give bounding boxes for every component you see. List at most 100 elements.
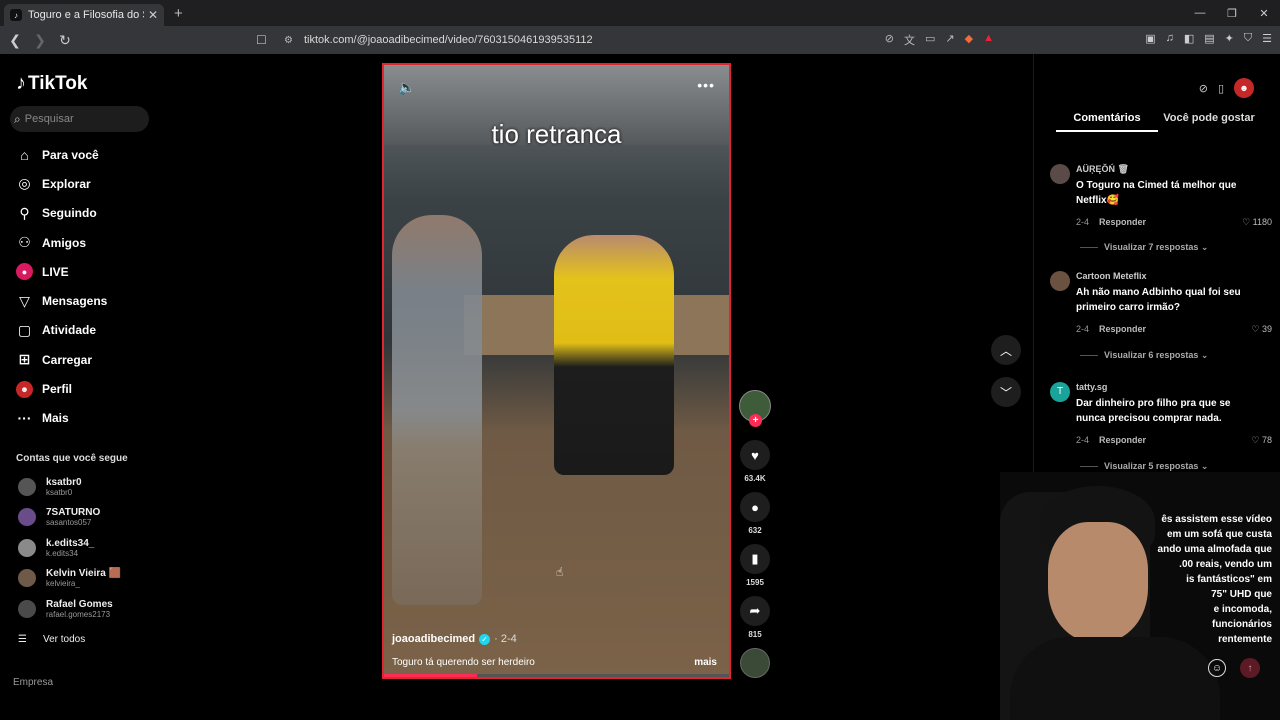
emoji-icon[interactable]: ☺ [1208, 659, 1226, 677]
comment-action[interactable]: ● 632 [735, 492, 775, 535]
device-icon[interactable]: ▯ [1218, 82, 1224, 95]
avatar [18, 508, 36, 526]
search-input[interactable]: Pesquisar [25, 113, 74, 125]
search-box[interactable]: ⌕ Pesquisar [10, 106, 149, 132]
video-author[interactable]: joaoadibecimed ✓ · 2-4 [392, 633, 517, 645]
view-replies-button[interactable]: Visualizar 7 respostas ⌄ [1080, 242, 1208, 253]
app-root: ♪ Toguro e a Filosofia do Sucesso ✕ + — … [0, 0, 1280, 720]
chevron-up-icon: ︿ [999, 343, 1012, 358]
comment-user[interactable]: tatty.sg [1076, 382, 1107, 392]
new-tab-button[interactable]: + [174, 5, 183, 22]
view-replies-button[interactable]: Visualizar 6 respostas ⌄ [1080, 350, 1208, 361]
comment-date: 2-4 [1076, 324, 1090, 334]
video-player[interactable]: tio retranca 🔈 ••• ☝ joaoadibecimed ✓ · … [382, 63, 731, 679]
comment-like[interactable]: ♡ 39 [1251, 324, 1272, 335]
close-window-icon[interactable]: ✕ [1248, 0, 1280, 26]
previous-video-button[interactable]: ︿ [991, 335, 1021, 365]
browser-tab-bar: ♪ Toguro e a Filosofia do Sucesso ✕ + — … [0, 0, 1280, 26]
webcam-body [1010, 637, 1220, 720]
restore-icon[interactable]: ❐ [1216, 0, 1248, 26]
comment-user[interactable]: AÜŖĘŎŃ 🗑 [1076, 164, 1129, 175]
menu-item-atividade[interactable]: ▢ Atividade [16, 316, 162, 345]
menu-icon[interactable]: ☰ [1262, 32, 1272, 45]
shield-icon[interactable]: ◆ [965, 32, 973, 48]
share-icon[interactable]: ↗ [945, 32, 954, 48]
translate-icon[interactable]: 文 [904, 32, 915, 48]
menu-item-perfil[interactable]: ☻ Perfil [16, 374, 162, 403]
menu-item-amigos[interactable]: ⚇ Amigos [16, 228, 162, 257]
avatar[interactable] [1050, 164, 1070, 184]
more-description-button[interactable]: mais [694, 657, 717, 668]
avatar[interactable] [1050, 271, 1070, 291]
music-icon[interactable]: ♫ [1166, 32, 1174, 45]
comment-like[interactable]: ♡ 1180 [1242, 217, 1272, 228]
reader-icon[interactable]: ⊘ [885, 32, 894, 48]
coin-icon[interactable]: ⊘ [1199, 82, 1208, 95]
menu-label: Carregar [42, 352, 93, 367]
volume-icon[interactable]: 🔈 [398, 79, 415, 96]
user-avatar[interactable]: ☻ [1234, 78, 1254, 98]
wallet-icon[interactable]: ▤ [1204, 32, 1214, 45]
vpn-icon[interactable]: ⛉ [1244, 32, 1252, 45]
site-info-icon[interactable]: ⚙ [284, 35, 298, 46]
reply-button[interactable]: Responder [1099, 217, 1146, 228]
window-controls: — ❐ ✕ [1184, 0, 1280, 26]
account-item[interactable]: Kelvin Vieira 🟫 kelvieira_ [18, 565, 158, 591]
share-action[interactable]: ➦ 815 [735, 596, 775, 639]
account-item[interactable]: 7SATURNO sasantos057 [18, 504, 158, 530]
screenshot-icon[interactable]: ▣ [1145, 32, 1155, 45]
reload-icon[interactable]: ↻ [55, 32, 75, 49]
address-bar[interactable]: ☐ ⚙ tiktok.com/@joaoadibecimed/video/760… [256, 29, 1000, 51]
account-username: k.edits34 [46, 548, 79, 558]
menu-item-para-voce[interactable]: ⌂ Para você [16, 140, 162, 169]
bookmark-icon[interactable]: ☐ [256, 33, 270, 47]
forward-icon[interactable]: ❯ [30, 32, 50, 49]
browser-tab[interactable]: ♪ Toguro e a Filosofia do Sucesso ✕ [4, 4, 164, 26]
menu-item-explorar[interactable]: ◎ Explorar [16, 169, 162, 198]
next-video-button[interactable]: ﹀ [991, 377, 1021, 407]
minimize-icon[interactable]: — [1184, 0, 1216, 26]
menu-item-mensagens[interactable]: ▽ Mensagens [16, 286, 162, 315]
heart-icon[interactable]: ♥ [740, 440, 770, 470]
comment-icon[interactable]: ● [740, 492, 770, 522]
avatar[interactable]: T [1050, 382, 1070, 402]
author-name[interactable]: joaoadibecimed [392, 633, 475, 645]
video-more-icon[interactable]: ••• [697, 77, 715, 93]
comment-user[interactable]: Cartoon Meteflix [1076, 271, 1147, 281]
rewards-icon[interactable]: ▲ [983, 32, 994, 48]
tab-voce-pode-gostar[interactable]: Você pode gostar [1158, 112, 1260, 132]
menu-item-carregar[interactable]: ⊞ Carregar [16, 345, 162, 374]
footer-empresa[interactable]: Empresa [13, 677, 53, 688]
send-arrow-icon[interactable]: ↑ [1240, 658, 1260, 678]
ai-icon[interactable]: ✦ [1225, 32, 1234, 45]
tab-close-icon[interactable]: ✕ [148, 8, 158, 22]
menu-label: Perfil [42, 382, 73, 397]
tiktok-logo[interactable]: ♪ TikTok [16, 72, 87, 95]
bookmark-icon[interactable]: ▮ [740, 544, 770, 574]
reply-button[interactable]: Responder [1099, 324, 1146, 335]
reply-button[interactable]: Responder [1099, 435, 1146, 446]
share-count: 815 [748, 630, 762, 639]
account-item[interactable]: Rafael Gomes rafael.gomes2173 [18, 596, 158, 622]
back-icon[interactable]: ❮ [5, 32, 25, 49]
sidebar-icon[interactable]: ◧ [1184, 32, 1194, 45]
video-progress-bar[interactable] [384, 674, 729, 677]
menu-item-live[interactable]: ● LIVE [16, 257, 162, 286]
share-arrow-icon[interactable]: ➦ [740, 596, 770, 626]
account-item[interactable]: ksatbr0 ksatbr0 [18, 474, 158, 500]
save-action[interactable]: ▮ 1595 [735, 544, 775, 587]
extensions-bar: ▣ ♫ ◧ ▤ ✦ ⛉ ☰ [1145, 32, 1272, 45]
menu-item-mais[interactable]: ··· Mais [16, 404, 162, 433]
music-disc-icon[interactable] [740, 648, 770, 678]
see-all-link[interactable]: ☰ Ver todos [18, 634, 85, 645]
view-replies-button[interactable]: Visualizar 5 respostas ⌄ [1080, 461, 1208, 472]
comment-like[interactable]: ♡ 78 [1251, 435, 1272, 446]
account-item[interactable]: k.edits34_ k.edits34 [18, 535, 158, 561]
cast-icon[interactable]: ▭ [925, 32, 935, 48]
url-text[interactable]: tiktok.com/@joaoadibecimed/video/7603150… [304, 34, 593, 46]
like-action[interactable]: ♥ 63.4K [735, 440, 775, 483]
partial-comment-text: ês assistem esse vídeo em um sofá que cu… [1157, 514, 1272, 645]
tab-comentarios[interactable]: Comentários [1056, 112, 1158, 132]
follow-plus-icon[interactable]: + [749, 414, 762, 427]
menu-item-seguindo[interactable]: ⚲ Seguindo [16, 199, 162, 228]
